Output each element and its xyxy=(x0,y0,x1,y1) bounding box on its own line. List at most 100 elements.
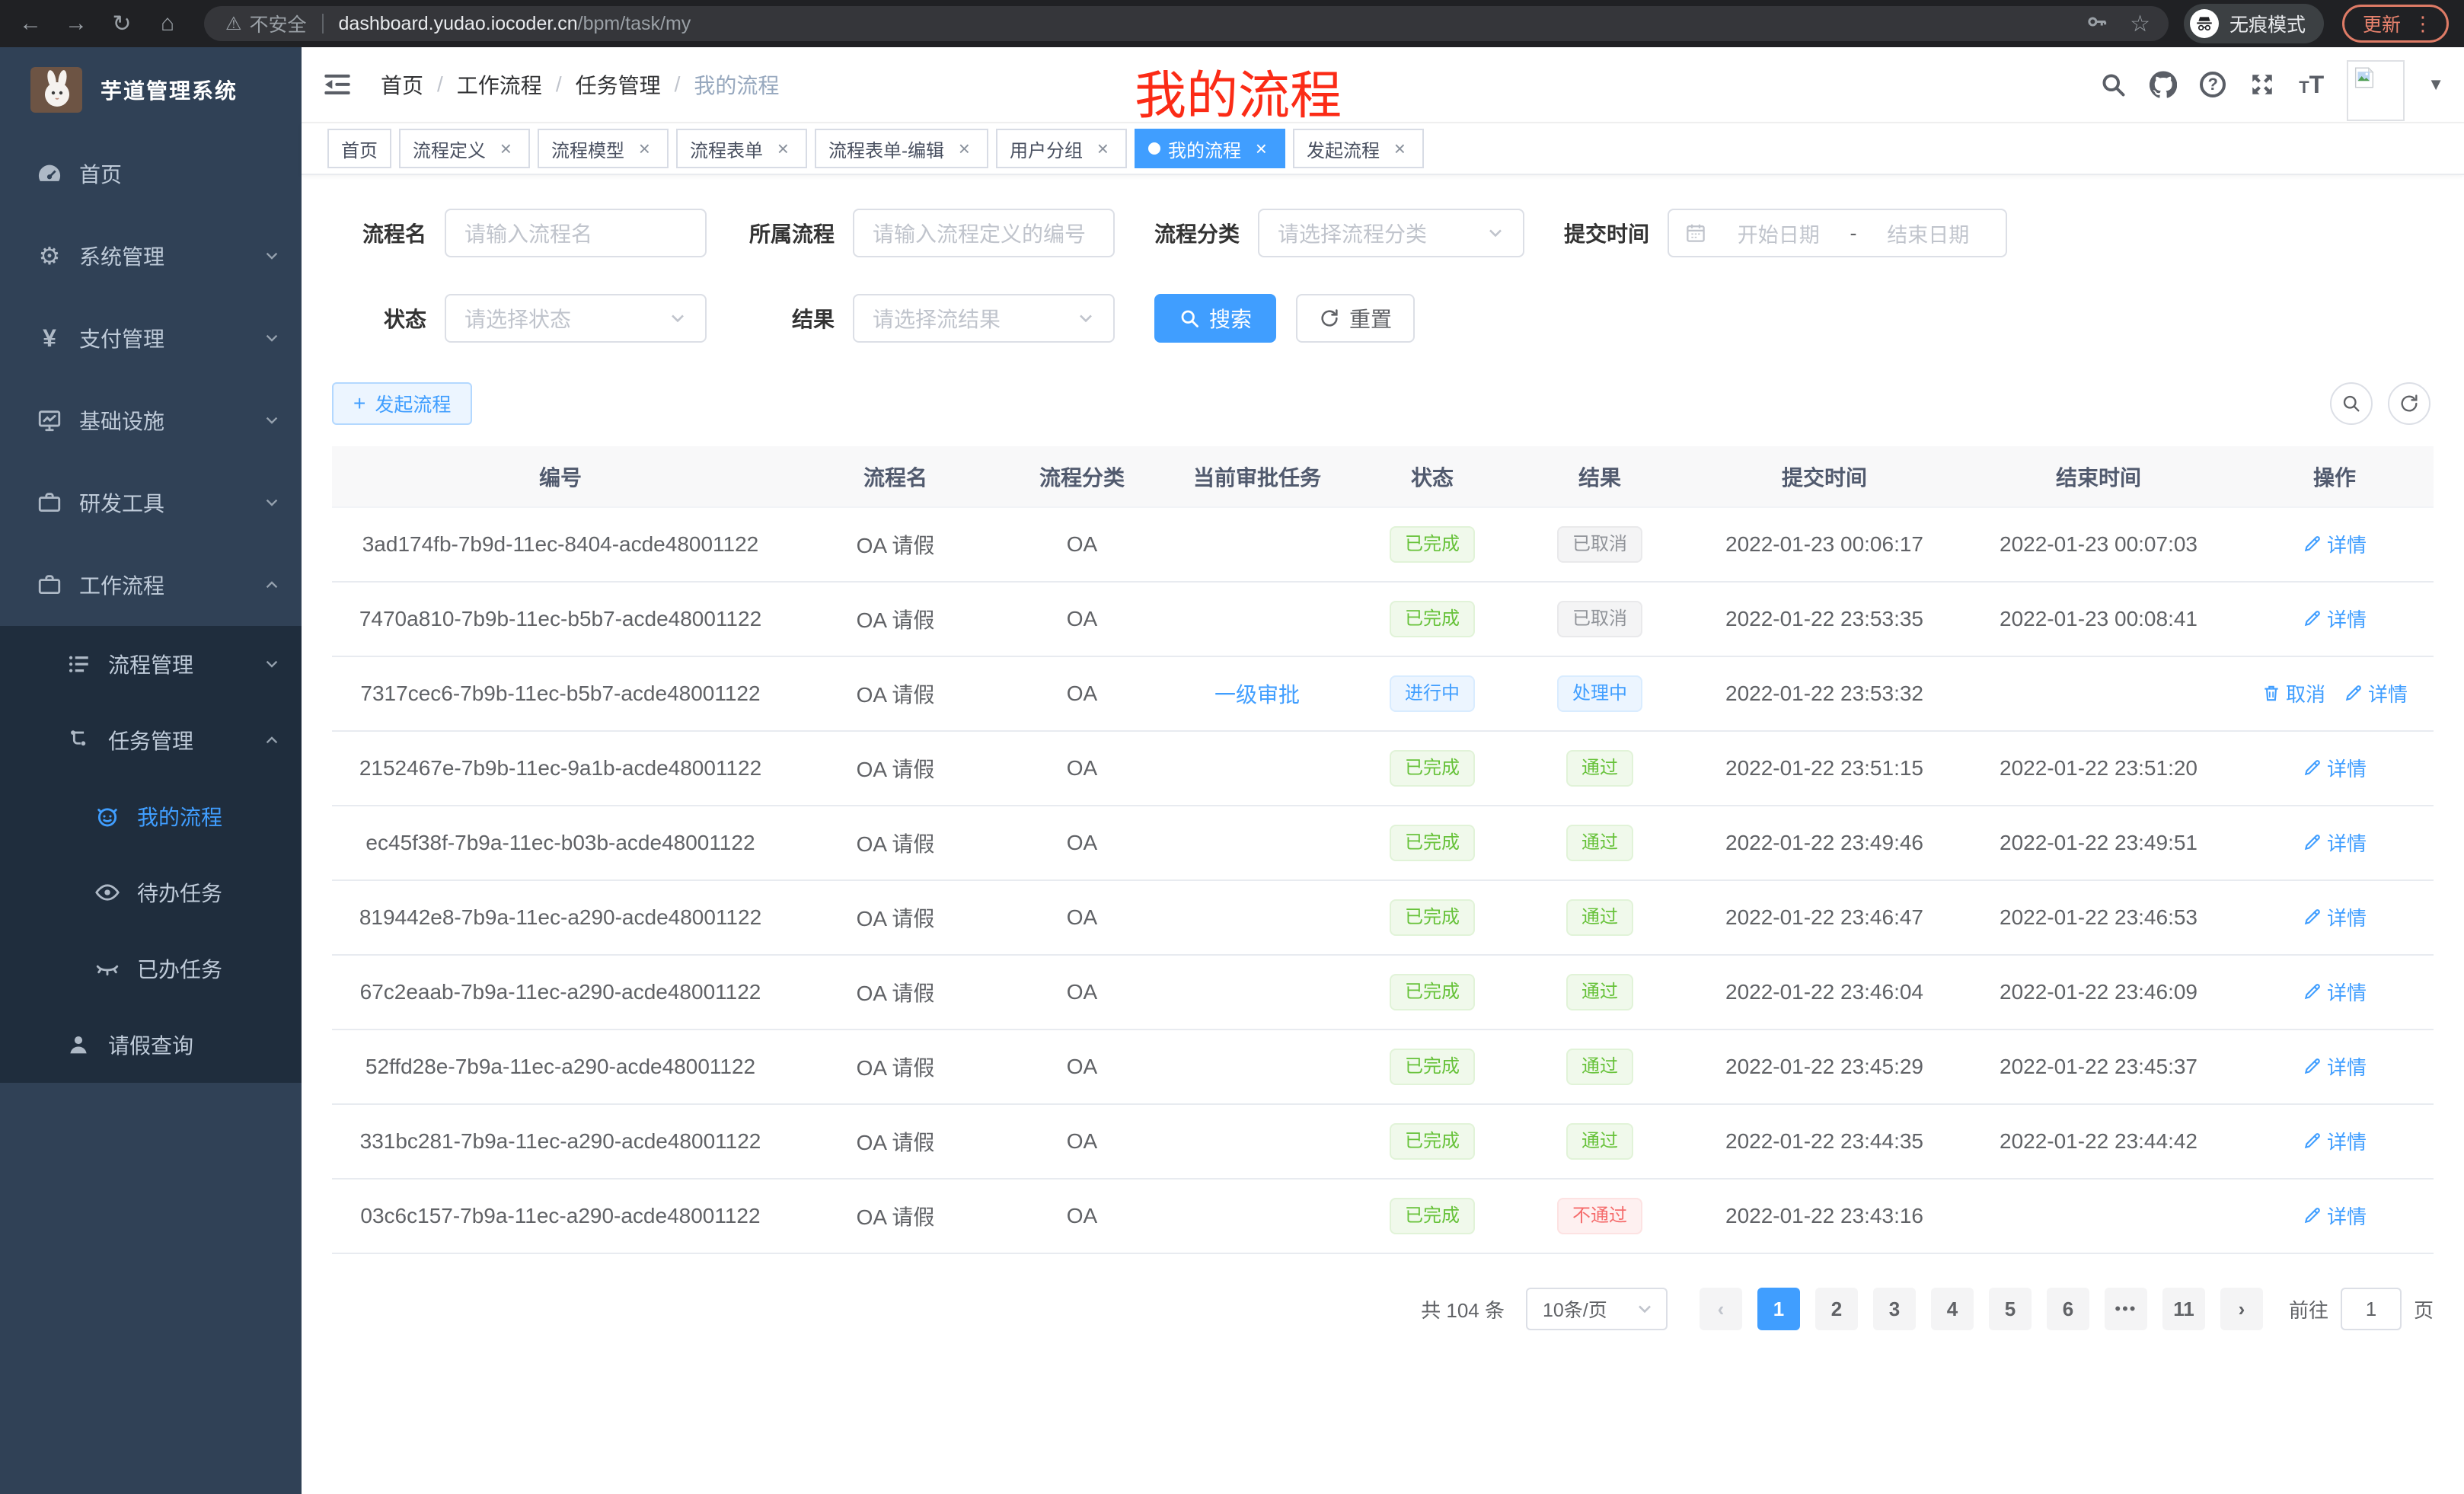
category-select[interactable]: 请选择流程分类 xyxy=(1258,209,1524,257)
breadcrumb-item-1[interactable]: 工作流程 xyxy=(457,69,542,100)
sidebar-item-done-tasks[interactable]: 已办任务 xyxy=(0,931,302,1007)
browser-menu-icon[interactable]: ⋮ xyxy=(2413,14,2433,34)
cancel-link[interactable]: 取消 xyxy=(2261,679,2325,707)
reset-button[interactable]: 重置 xyxy=(1296,294,1415,343)
tab-7[interactable]: 发起流程× xyxy=(1293,129,1424,168)
browser-update-button[interactable]: 更新 ⋮ xyxy=(2342,5,2449,43)
refresh-table-icon[interactable] xyxy=(2388,382,2430,425)
avatar[interactable] xyxy=(2347,60,2405,121)
submit-time-range-picker[interactable]: 开始日期 - 结束日期 xyxy=(1668,209,2007,257)
detail-link[interactable]: 详情 xyxy=(2303,754,2367,782)
detail-link[interactable]: 详情 xyxy=(2303,605,2367,633)
detail-link[interactable]: 详情 xyxy=(2303,903,2367,931)
detail-link[interactable]: 详情 xyxy=(2344,679,2408,707)
current-task-link[interactable]: 一级审批 xyxy=(1214,683,1300,707)
more-pages-icon[interactable]: ••• xyxy=(2105,1288,2147,1330)
page-button-3[interactable]: 3 xyxy=(1873,1288,1916,1330)
owner-process-input[interactable]: 请输入流程定义的编号 xyxy=(853,209,1115,257)
detail-link[interactable]: 详情 xyxy=(2303,1127,2367,1155)
tab-3[interactable]: 流程表单× xyxy=(676,129,807,168)
list-icon xyxy=(65,651,91,677)
page-button-1[interactable]: 1 xyxy=(1757,1288,1800,1330)
tab-2[interactable]: 流程模型× xyxy=(538,129,669,168)
sidebar-item-process-mgmt[interactable]: 流程管理 xyxy=(0,626,302,702)
close-tab-icon[interactable]: × xyxy=(1250,137,1272,161)
github-icon[interactable] xyxy=(2150,71,2177,98)
detail-link[interactable]: 详情 xyxy=(2303,530,2367,558)
detail-link[interactable]: 详情 xyxy=(2303,978,2367,1006)
filter-row-2: 状态 请选择状态 结果 请选择流结果 搜索 xyxy=(332,294,2434,343)
create-process-button[interactable]: + 发起流程 xyxy=(332,382,472,425)
sidebar-item-leave-query[interactable]: 请假查询 xyxy=(0,1007,302,1083)
start-date-input[interactable]: 开始日期 xyxy=(1716,219,1841,248)
page-button-4[interactable]: 4 xyxy=(1931,1288,1974,1330)
incognito-icon xyxy=(2190,9,2219,38)
close-tab-icon[interactable]: × xyxy=(495,137,516,161)
yen-icon: ¥ xyxy=(37,325,62,351)
page-button-2[interactable]: 2 xyxy=(1815,1288,1858,1330)
breadcrumb-item-2[interactable]: 任务管理 xyxy=(576,69,661,100)
sidebar-item-home[interactable]: 首页 xyxy=(0,132,302,215)
close-tab-icon[interactable]: × xyxy=(1389,137,1410,161)
cell-process-name: OA 请假 xyxy=(789,507,1002,582)
cell-id: 67c2eaab-7b9a-11ec-a290-acde48001122 xyxy=(332,955,789,1030)
detail-link[interactable]: 详情 xyxy=(2303,1052,2367,1081)
avatar-caret-icon[interactable]: ▼ xyxy=(2427,75,2444,94)
reload-icon[interactable]: ↻ xyxy=(104,5,140,42)
app-window: 芋道管理系统 首页⚙系统管理¥支付管理基础设施研发工具工作流程流程管理任务管理我… xyxy=(0,47,2464,1494)
app-logo-row[interactable]: 芋道管理系统 xyxy=(0,47,302,132)
font-size-icon[interactable]: TT xyxy=(2299,71,2324,99)
help-icon[interactable]: ? xyxy=(2200,72,2226,97)
sidebar-item-todo-tasks[interactable]: 待办任务 xyxy=(0,854,302,931)
address-bar[interactable]: ⚠ 不安全 dashboard.yudao.iocoder.cn /bpm/ta… xyxy=(204,6,2169,41)
page-button-5[interactable]: 5 xyxy=(1989,1288,2032,1330)
sidebar-item-task-mgmt[interactable]: 任务管理 xyxy=(0,702,302,778)
next-page-icon[interactable]: › xyxy=(2220,1288,2263,1330)
sidebar-item-my-process[interactable]: 我的流程 xyxy=(0,778,302,854)
tab-6[interactable]: 我的流程× xyxy=(1135,129,1285,168)
sidebar-item-infra[interactable]: 基础设施 xyxy=(0,379,302,461)
close-tab-icon[interactable]: × xyxy=(772,137,793,161)
chevron-up-icon xyxy=(263,576,280,593)
flow-icon xyxy=(65,727,91,753)
end-date-input[interactable]: 结束日期 xyxy=(1866,219,1991,248)
fullscreen-icon[interactable] xyxy=(2249,71,2276,98)
browser-chrome: ← → ↻ ⌂ ⚠ 不安全 dashboard.yudao.iocoder.cn… xyxy=(0,0,2464,47)
toggle-search-icon[interactable] xyxy=(2330,382,2373,425)
tab-5[interactable]: 用户分组× xyxy=(996,129,1127,168)
search-icon[interactable] xyxy=(2099,71,2127,98)
not-secure-label: 不安全 xyxy=(250,10,307,37)
search-button[interactable]: 搜索 xyxy=(1154,294,1276,343)
close-tab-icon[interactable]: × xyxy=(634,137,655,161)
status-select[interactable]: 请选择状态 xyxy=(445,294,707,343)
sidebar-item-workflow[interactable]: 工作流程 xyxy=(0,544,302,626)
breadcrumb-item-0[interactable]: 首页 xyxy=(381,69,423,100)
goto-page: 前往 1 页 xyxy=(2289,1288,2434,1330)
goto-page-input[interactable]: 1 xyxy=(2341,1288,2402,1330)
page-button-6[interactable]: 6 xyxy=(2047,1288,2089,1330)
tab-4[interactable]: 流程表单-编辑× xyxy=(815,129,988,168)
sidebar-collapse-icon[interactable] xyxy=(321,69,353,101)
password-key-icon[interactable] xyxy=(2086,12,2108,35)
tab-1[interactable]: 流程定义× xyxy=(399,129,530,168)
home-icon[interactable]: ⌂ xyxy=(149,5,186,42)
process-name-input[interactable]: 请输入流程名 xyxy=(445,209,707,257)
result-select[interactable]: 请选择流结果 xyxy=(853,294,1115,343)
detail-link[interactable]: 详情 xyxy=(2303,828,2367,857)
cell-current-task xyxy=(1162,1104,1352,1179)
tab-0[interactable]: 首页 xyxy=(327,129,391,168)
detail-link[interactable]: 详情 xyxy=(2303,1202,2367,1230)
sidebar-item-system[interactable]: ⚙系统管理 xyxy=(0,215,302,297)
close-tab-icon[interactable]: × xyxy=(1092,137,1113,161)
page-size-select[interactable]: 10条/页 xyxy=(1526,1288,1668,1330)
bookmark-star-icon[interactable]: ☆ xyxy=(2130,11,2150,37)
back-icon[interactable]: ← xyxy=(12,5,49,42)
sidebar-item-devtools[interactable]: 研发工具 xyxy=(0,461,302,544)
page-button-11[interactable]: 11 xyxy=(2162,1288,2205,1330)
close-tab-icon[interactable]: × xyxy=(953,137,975,161)
sidebar: 芋道管理系统 首页⚙系统管理¥支付管理基础设施研发工具工作流程流程管理任务管理我… xyxy=(0,47,302,1494)
sidebar-item-payment[interactable]: ¥支付管理 xyxy=(0,297,302,379)
forward-icon[interactable]: → xyxy=(58,5,94,42)
prev-page-icon[interactable]: ‹ xyxy=(1700,1288,1742,1330)
result-badge: 通过 xyxy=(1566,1049,1633,1085)
